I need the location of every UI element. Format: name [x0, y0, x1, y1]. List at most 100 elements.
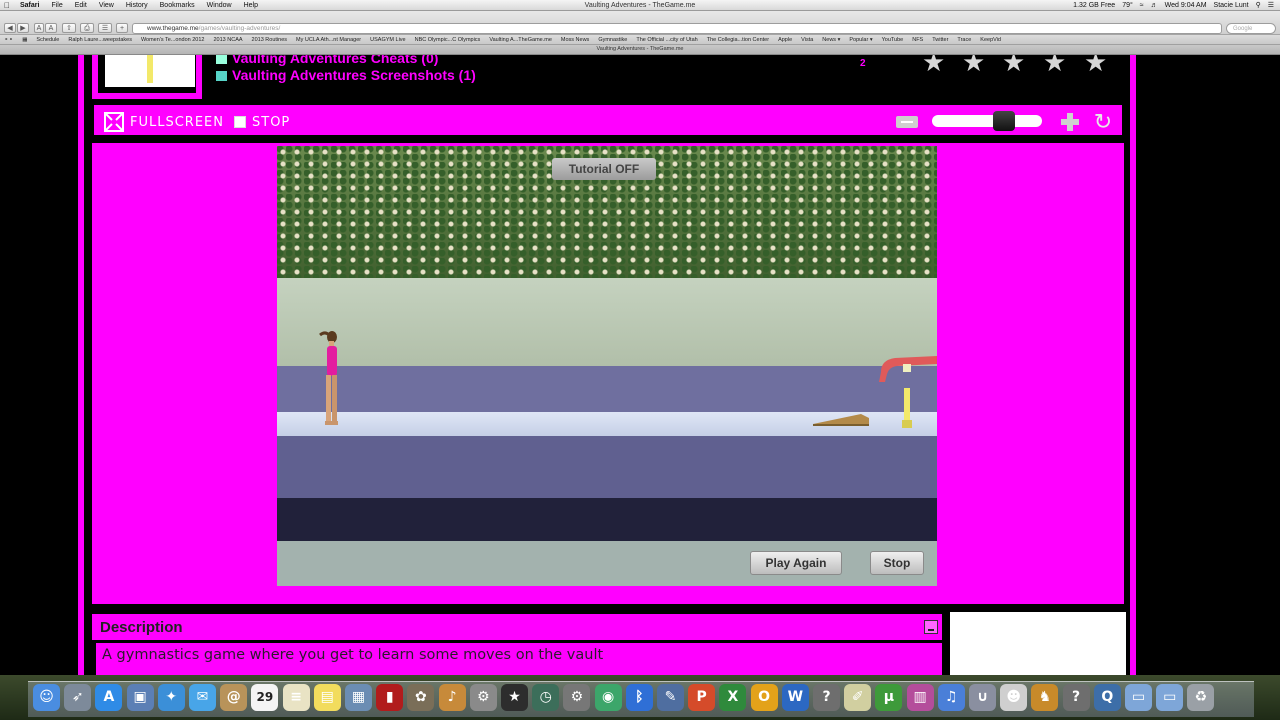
stop-label[interactable]: STOP — [252, 115, 290, 130]
tab-title[interactable]: Vaulting Adventures - TheGame.me — [597, 46, 684, 52]
stop-game-button[interactable]: Stop — [870, 551, 924, 575]
game-thumbnail[interactable] — [105, 55, 195, 87]
calendar-icon[interactable]: 29 — [251, 684, 279, 711]
timemachine-icon[interactable]: ◷ — [532, 684, 560, 711]
spotlight-icon[interactable]: ⚲ — [1256, 1, 1261, 9]
url-field[interactable]: www.thegame.me/games/vaulting-adventures… — [132, 23, 1222, 34]
search-field[interactable]: Google — [1226, 23, 1276, 34]
bookmark-item[interactable]: Ralph Laure...weepstakes — [68, 37, 132, 43]
notes-icon[interactable]: ≡ — [282, 684, 310, 711]
bookmark-item[interactable]: Women's Te...ondon 2012 — [141, 37, 205, 43]
user-name[interactable]: Stacie Lunt — [1214, 2, 1249, 9]
trash-icon[interactable]: ♻ — [1187, 684, 1215, 711]
mask-icon[interactable]: ☻ — [1000, 684, 1028, 711]
wifi-icon[interactable]: ≈ — [1140, 2, 1144, 9]
bookmark-item[interactable]: The Collegia...tion Center — [707, 37, 769, 43]
top-sites-icon[interactable]: ▦ — [22, 37, 27, 43]
menu-edit[interactable]: Edit — [69, 2, 93, 9]
clock[interactable]: Wed 9:04 AM — [1165, 2, 1207, 9]
screenshots-link[interactable]: Vaulting Adventures Screenshots (1) — [216, 67, 476, 83]
finder-icon[interactable]: ☺ — [33, 684, 60, 711]
bookmark-item[interactable]: Moss News — [561, 37, 589, 43]
zoom-out-button[interactable] — [896, 116, 918, 128]
iphoto-icon[interactable]: ✿ — [407, 684, 435, 711]
pen-icon[interactable]: ✎ — [657, 684, 684, 711]
bluetooth-icon[interactable]: ᛒ — [625, 684, 653, 711]
zoom-slider-thumb[interactable] — [993, 111, 1016, 131]
reader-button[interactable]: ☰ — [98, 23, 112, 33]
folder-icon[interactable]: ▭ — [1125, 684, 1152, 711]
volume-icon[interactable]: ♬ — [1151, 2, 1158, 9]
zoom-in-icon[interactable] — [1060, 112, 1080, 132]
grid-icon[interactable]: ▥ — [906, 684, 934, 711]
bookmark-item[interactable]: Twitter — [932, 37, 948, 43]
outlook-icon[interactable]: O — [750, 684, 778, 711]
share-button[interactable]: ⇧ — [62, 23, 76, 33]
star-icon[interactable]: ★ — [1084, 55, 1107, 75]
bookmark-item[interactable]: Vaulting A...TheGame.me — [489, 37, 552, 43]
bookmark-item[interactable]: NFS — [912, 37, 923, 43]
torrent-icon[interactable]: µ — [875, 684, 903, 711]
facetime-icon[interactable]: ◉ — [594, 684, 622, 711]
back-button[interactable]: ◀ — [4, 23, 16, 33]
print-button[interactable]: ⎙ — [80, 23, 94, 33]
fullscreen-label[interactable]: FULLSCREEN — [130, 115, 224, 130]
menu-history[interactable]: History — [120, 2, 154, 9]
refresh-icon[interactable]: ↻ — [1092, 111, 1114, 133]
stickies-icon[interactable]: ▤ — [313, 684, 341, 711]
photos-icon[interactable]: ▦ — [345, 684, 372, 711]
messages-icon[interactable]: ✉ — [189, 684, 216, 711]
menu-view[interactable]: View — [93, 2, 120, 9]
powerpoint-icon[interactable]: P — [688, 684, 716, 711]
apple-icon[interactable]:  — [0, 1, 14, 10]
bookmark-item[interactable]: Gymnastike — [598, 37, 627, 43]
bookmark-item[interactable]: 2013 Routines — [252, 37, 287, 43]
forward-button[interactable]: ▶ — [17, 23, 29, 33]
itunes-icon[interactable]: ♫ — [937, 684, 965, 711]
reading-list-icon[interactable]: ⚬⚬ — [4, 37, 13, 43]
fullscreen-icon[interactable] — [104, 112, 124, 132]
bookmark-item[interactable]: Popular ▾ — [849, 37, 872, 43]
word-icon[interactable]: W — [781, 684, 809, 711]
star-icon[interactable]: ★ — [962, 55, 985, 75]
game-canvas[interactable]: Tutorial OFF Play Again Stop — [277, 146, 937, 586]
folder-icon[interactable]: ▭ — [1156, 684, 1184, 711]
text-smaller-button[interactable]: A — [34, 23, 44, 33]
star-icon[interactable]: ★ — [1002, 55, 1025, 75]
bookmark-item[interactable]: 2013 NCAA — [213, 37, 242, 43]
ad-box[interactable] — [950, 612, 1126, 675]
menu-file[interactable]: File — [45, 2, 68, 9]
guitar-icon[interactable]: ♪ — [438, 684, 466, 711]
bookmark-item[interactable]: Schedule — [36, 37, 59, 43]
bookmark-item[interactable]: The Official ...city of Utah — [636, 37, 697, 43]
preview-icon[interactable]: ▣ — [126, 684, 154, 711]
menu-bookmarks[interactable]: Bookmarks — [154, 2, 201, 9]
tutorial-toggle-button[interactable]: Tutorial OFF — [552, 158, 656, 180]
bookmark-item[interactable]: NBC Olympic...C Olympics — [415, 37, 481, 43]
photobooth-icon[interactable]: ▮ — [376, 684, 404, 711]
bookmark-item[interactable]: Apple — [778, 37, 792, 43]
rocket-icon[interactable]: ➶ — [64, 684, 92, 711]
stop-checkbox[interactable] — [234, 116, 246, 128]
magnet-icon[interactable]: ∪ — [969, 684, 996, 711]
cheats-link[interactable]: Vaulting Adventures Cheats (0) — [216, 55, 438, 66]
bookmark-item[interactable]: KeepVid — [980, 37, 1001, 43]
quicktime-icon[interactable]: Q — [1093, 684, 1121, 711]
menu-help[interactable]: Help — [238, 2, 264, 9]
bookmark-add-button[interactable]: + — [116, 23, 128, 33]
pencil-icon[interactable]: ✐ — [844, 684, 872, 711]
systemprefs-icon[interactable]: ⚙ — [469, 684, 497, 711]
contacts-icon[interactable]: @ — [220, 684, 248, 711]
help-icon[interactable]: ? — [813, 684, 840, 711]
menu-app[interactable]: Safari — [14, 2, 45, 9]
bookmark-item[interactable]: Vista — [801, 37, 813, 43]
bookmark-item[interactable]: News ▾ — [822, 37, 840, 43]
safari-icon[interactable]: ✦ — [157, 684, 185, 711]
excel-icon[interactable]: X — [719, 684, 747, 711]
menu-window[interactable]: Window — [201, 2, 238, 9]
star-icon[interactable]: ★ — [1043, 55, 1066, 75]
zoom-slider[interactable] — [932, 115, 1042, 127]
disk-free[interactable]: 1.32 GB Free — [1073, 2, 1115, 9]
temperature[interactable]: 79° — [1122, 2, 1133, 9]
help-icon[interactable]: ? — [1062, 684, 1090, 711]
